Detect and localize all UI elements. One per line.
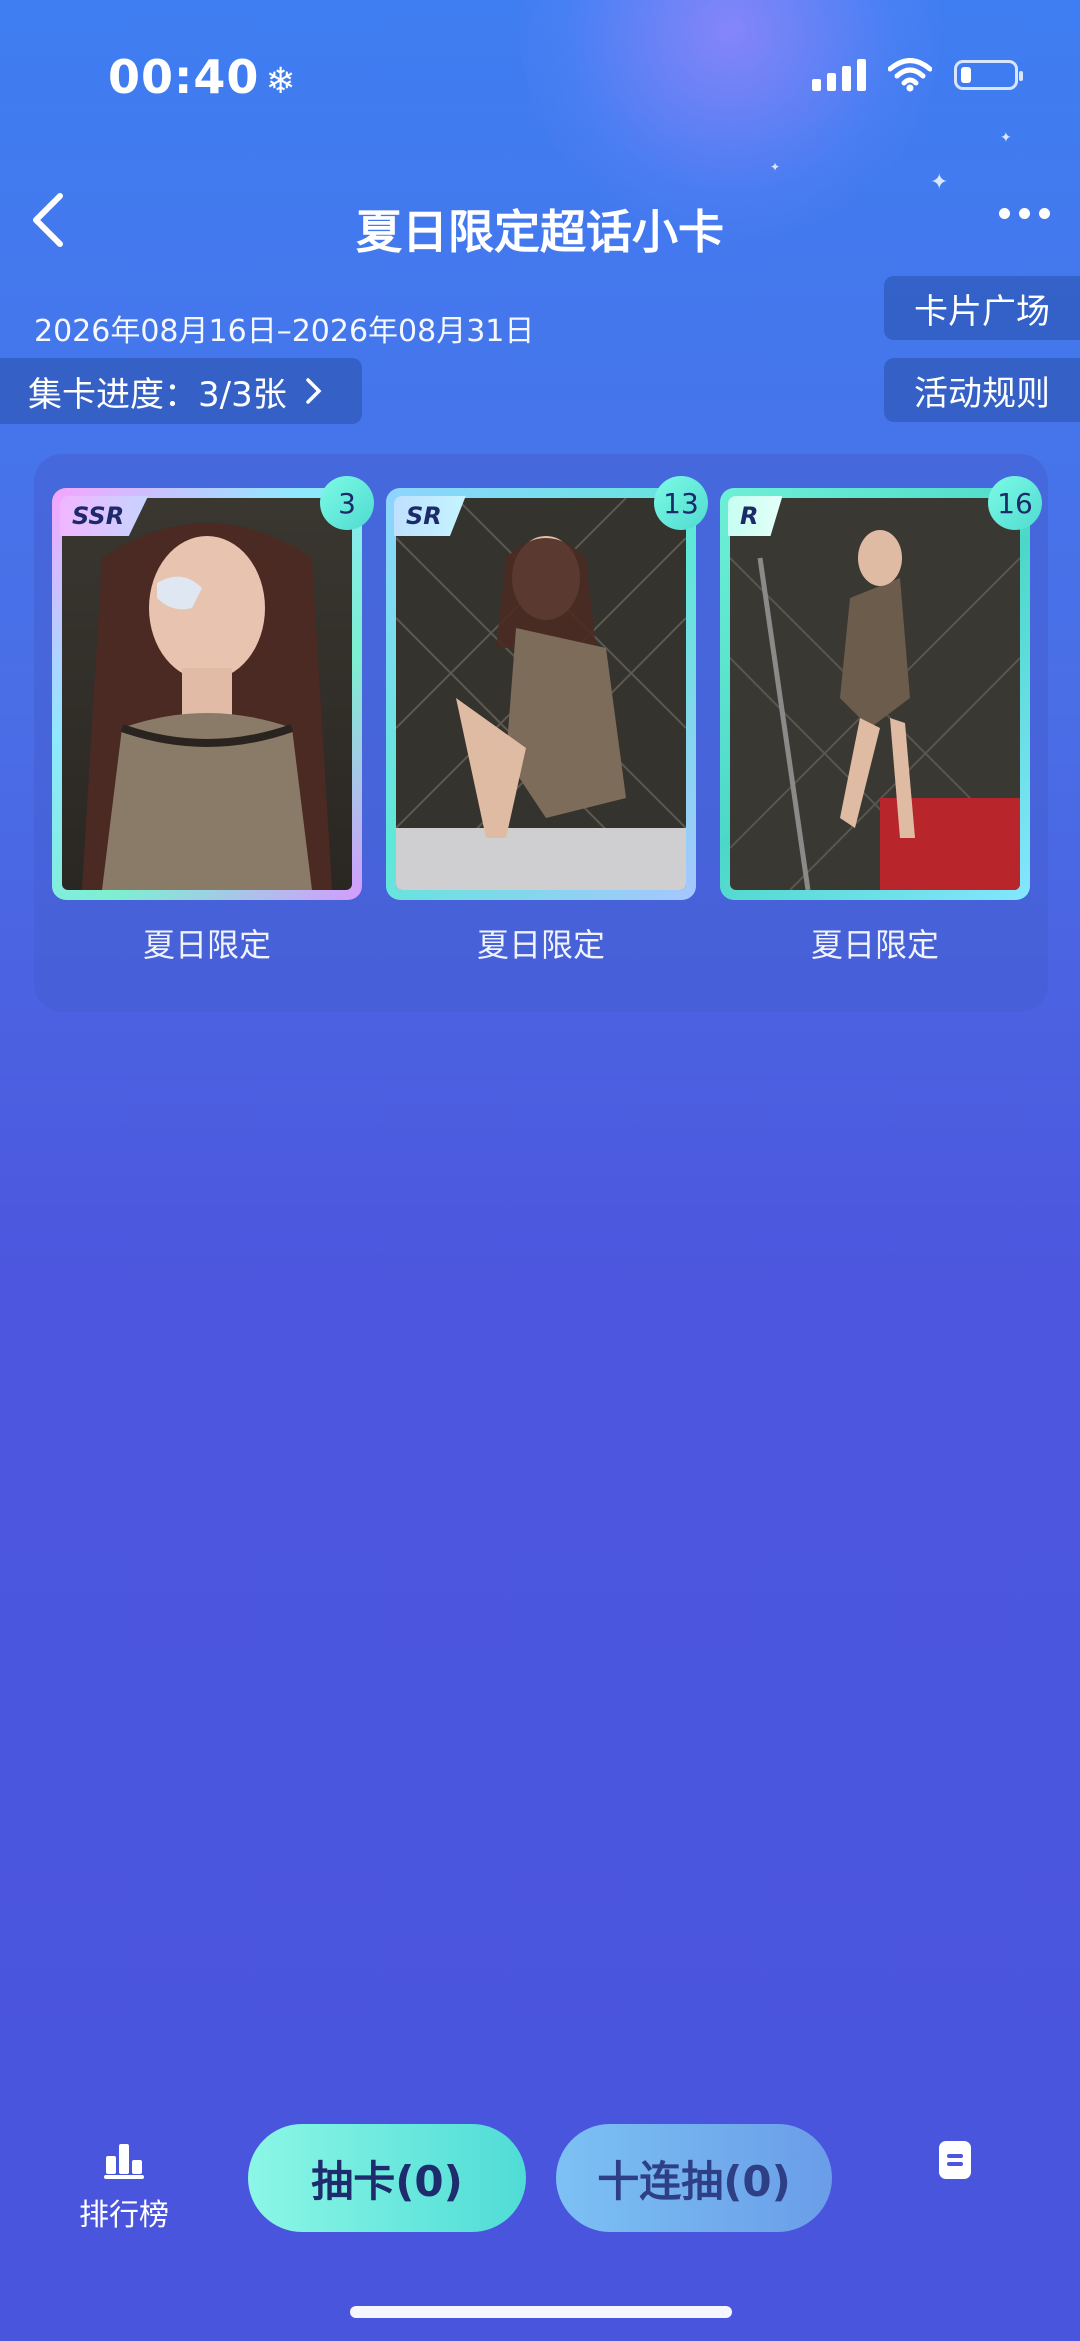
snowflake-icon: ❄	[265, 61, 297, 102]
document-icon	[939, 2141, 971, 2179]
leaderboard-icon	[104, 2144, 144, 2179]
ten-draw-button[interactable]: 十连抽(0)	[556, 2124, 832, 2232]
chevron-right-icon	[305, 378, 322, 404]
leaderboard-label: 排行榜	[79, 2198, 169, 2233]
sparkle-icon: ✦	[930, 170, 949, 195]
card-frame: SSR 3	[52, 476, 374, 900]
leaderboard-button[interactable]: 排行榜	[76, 2140, 172, 2234]
wifi-icon	[888, 58, 932, 92]
more-button[interactable]	[999, 208, 1050, 219]
card-frame: R 16	[720, 476, 1042, 900]
card-photo	[730, 498, 1020, 890]
card-count-badge: 3	[320, 476, 374, 530]
card-frame: SR 13	[386, 476, 708, 900]
card-count-badge: 16	[988, 476, 1042, 530]
card-square-button[interactable]: 卡片广场	[884, 276, 1080, 340]
card-label: 夏日限定	[476, 926, 605, 964]
card-label: 夏日限定	[810, 926, 939, 964]
records-button[interactable]	[938, 2140, 972, 2180]
event-date-range: 2026年08月16日–2026年08月31日	[34, 314, 535, 349]
battery-icon	[954, 60, 1023, 90]
draw-card-button[interactable]: 抽卡(0)	[248, 2124, 526, 2232]
card-ssr[interactable]: SSR 3 夏日限定	[52, 476, 374, 966]
signal-icon	[812, 59, 866, 91]
progress-label: 集卡进度：3/3张	[28, 374, 287, 415]
card-collection-panel: SSR 3 夏日限定 SR 13 夏日限定 R 16 夏日限定	[34, 454, 1048, 1012]
card-sr[interactable]: SR 13 夏日限定	[386, 476, 708, 966]
sparkle-icon: ✦	[770, 160, 781, 174]
rules-button[interactable]: 活动规则	[884, 358, 1080, 422]
sparkle-icon: ✦	[1000, 130, 1012, 146]
home-indicator[interactable]	[350, 2306, 732, 2318]
card-count-badge: 13	[654, 476, 708, 530]
card-photo	[62, 498, 352, 890]
status-icons	[812, 58, 1023, 92]
collection-progress-button[interactable]: 集卡进度：3/3张	[0, 358, 362, 424]
card-photo	[396, 498, 686, 890]
page-title: 夏日限定超话小卡	[356, 205, 724, 259]
card-label: 夏日限定	[142, 926, 271, 964]
card-r[interactable]: R 16 夏日限定	[720, 476, 1042, 966]
status-time: 00:40 ❄	[108, 50, 297, 104]
